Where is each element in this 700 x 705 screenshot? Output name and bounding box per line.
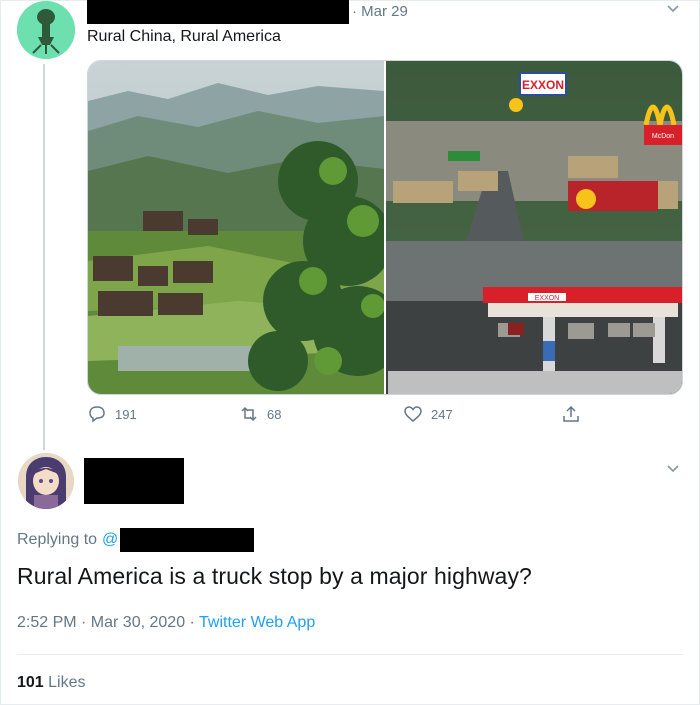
tweet-media[interactable]: EXXON EXXON McDon — [87, 60, 683, 395]
rural-china-photo — [88, 61, 403, 394]
tweet-text: Rural China, Rural America — [87, 28, 281, 45]
replying-to: Replying to @ — [17, 528, 255, 552]
reply-text: Rural America is a truck stop by a major… — [17, 563, 532, 589]
tweet-source[interactable]: Twitter Web App — [199, 614, 315, 631]
exxon-sign: EXXON — [522, 78, 564, 92]
redacted-username — [87, 0, 349, 24]
retweet-action[interactable]: 68 — [239, 404, 281, 424]
retweet-count: 68 — [267, 406, 282, 422]
retweet-icon — [241, 406, 257, 422]
likes-summary[interactable]: 101 Likes — [17, 674, 86, 692]
reply-action[interactable]: 191 — [87, 404, 137, 424]
reply-count: 191 — [115, 406, 137, 422]
replying-label: Replying to — [17, 531, 98, 548]
mcdonalds-sign: McDon — [652, 133, 674, 140]
share-action[interactable] — [561, 404, 581, 424]
like-icon — [404, 406, 422, 422]
redacted-username — [84, 458, 184, 504]
divider — [17, 654, 683, 655]
like-action[interactable]: 247 — [403, 404, 453, 424]
tweet-meta: 2:52 PM · Mar 30, 2020 · Twitter Web App — [17, 614, 315, 632]
chevron-down-icon[interactable] — [664, 460, 682, 478]
exxon-canopy-sign: EXXON — [535, 295, 560, 302]
rural-america-photo: EXXON EXXON McDon — [386, 61, 682, 394]
tweet-actions: 191 68 247 — [87, 404, 647, 432]
tweet-timestamp[interactable]: 2:52 PM · Mar 30, 2020 · — [17, 614, 199, 631]
avatar[interactable] — [17, 1, 75, 59]
chevron-down-icon[interactable] — [664, 0, 682, 18]
like-count: 247 — [431, 406, 453, 422]
reply-icon — [89, 406, 105, 423]
replying-handle[interactable]: @ — [102, 531, 118, 549]
share-icon — [563, 405, 579, 422]
likes-count: 101 — [17, 674, 44, 691]
likes-label: Likes — [48, 674, 86, 691]
redacted-handle — [120, 528, 255, 552]
tweet-date[interactable]: · Mar 29 — [352, 3, 408, 20]
thread-line — [43, 64, 45, 450]
avatar[interactable] — [18, 453, 74, 509]
